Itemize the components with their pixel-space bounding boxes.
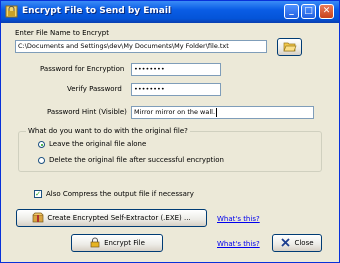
- password-label: Password for Encryption: [40, 65, 125, 73]
- browse-button[interactable]: [277, 38, 302, 56]
- folder-open-icon: [282, 41, 297, 54]
- title-bar[interactable]: Encrypt File to Send by Email _ □ ✕: [1, 1, 339, 23]
- package-icon: [32, 212, 44, 225]
- leave-original-radio[interactable]: [38, 141, 45, 148]
- window-title: Encrypt File to Send by Email: [22, 6, 172, 16]
- close-x-icon: [280, 237, 291, 250]
- password-hint-value: Mirror mirror on the wall.: [134, 108, 216, 116]
- encrypt-icon: [89, 237, 101, 250]
- maximize-button[interactable]: □: [301, 4, 316, 19]
- verify-password-input[interactable]: ••••••••: [131, 83, 221, 96]
- minimize-button[interactable]: _: [284, 4, 299, 19]
- close-label: Close: [294, 239, 314, 247]
- create-self-extractor-label: Create Encrypted Self-Extractor (.EXE) .…: [47, 214, 191, 222]
- original-file-legend: What do you want to do with the original…: [26, 127, 190, 136]
- delete-original-radio[interactable]: [38, 157, 45, 164]
- original-file-group: [18, 131, 322, 172]
- encrypt-dialog: Encrypt File to Send by Email _ □ ✕ Ente…: [0, 0, 340, 263]
- password-hint-input[interactable]: Mirror mirror on the wall.: [131, 106, 314, 119]
- password-input[interactable]: ••••••••: [131, 63, 221, 76]
- close-window-button[interactable]: ✕: [319, 4, 334, 19]
- file-name-label: Enter File Name to Encrypt: [15, 29, 109, 37]
- encrypt-file-button[interactable]: Encrypt File: [71, 234, 163, 252]
- compress-label[interactable]: Also Compress the output file if necessa…: [46, 190, 194, 199]
- file-name-input[interactable]: C:\Documents and Settings\dev\My Documen…: [15, 40, 267, 53]
- create-self-extractor-button[interactable]: Create Encrypted Self-Extractor (.EXE) .…: [16, 209, 207, 227]
- close-button[interactable]: Close: [272, 234, 322, 252]
- verify-password-label: Verify Password: [67, 85, 122, 93]
- whats-this-link-2[interactable]: What's this?: [217, 240, 260, 248]
- whats-this-link-1[interactable]: What's this?: [217, 215, 260, 223]
- password-hint-label: Password Hint (Visible): [47, 108, 127, 116]
- leave-original-label[interactable]: Leave the original file alone: [49, 140, 146, 149]
- delete-original-label[interactable]: Delete the original file after successfu…: [49, 156, 224, 165]
- lock-app-icon: [5, 5, 18, 18]
- encrypt-file-label: Encrypt File: [104, 239, 145, 247]
- compress-checkbox[interactable]: ✓: [34, 190, 42, 198]
- text-cursor: [216, 107, 218, 117]
